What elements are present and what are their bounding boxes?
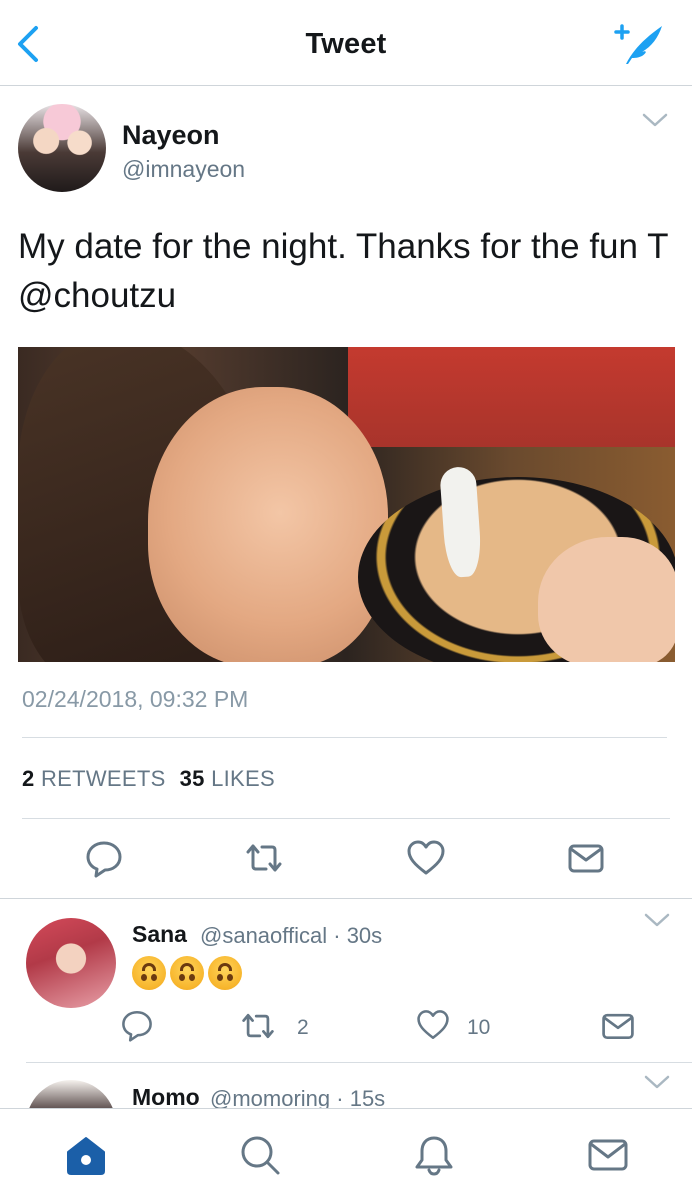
- like-icon[interactable]: [416, 1008, 450, 1042]
- reply-retweet-count: 2: [297, 1016, 309, 1039]
- notifications-icon[interactable]: [412, 1133, 456, 1177]
- tweet-stats: 2 RETWEETS 35 LIKES: [22, 766, 275, 792]
- divider: [26, 1062, 692, 1063]
- chevron-down-icon[interactable]: [642, 112, 668, 128]
- author-avatar[interactable]: [18, 104, 106, 192]
- tweet-timestamp: 02/24/2018, 09:32 PM: [22, 686, 249, 712]
- bottom-tab-bar: [0, 1108, 692, 1200]
- reply-icon[interactable]: [84, 838, 124, 878]
- upside-down-face-icon: [208, 956, 242, 990]
- like-icon[interactable]: [406, 838, 446, 878]
- compose-tweet-icon[interactable]: [612, 22, 666, 66]
- reply-author-name[interactable]: Momo: [132, 1084, 200, 1111]
- reply-meta: @sanaoffical · 30s: [200, 923, 383, 948]
- reply-like-count: 10: [467, 1016, 491, 1039]
- reply-author-handle[interactable]: @sanaoffical: [200, 923, 327, 948]
- divider: [22, 818, 670, 819]
- author-name[interactable]: Nayeon: [122, 120, 220, 151]
- direct-message-icon[interactable]: [566, 838, 606, 878]
- retweet-icon[interactable]: [244, 838, 284, 878]
- reply-avatar[interactable]: [26, 918, 116, 1008]
- top-navigation-bar: Tweet: [0, 0, 692, 86]
- upside-down-face-icon: [132, 956, 166, 990]
- author-handle[interactable]: @imnayeon: [122, 156, 245, 183]
- page-title: Tweet: [305, 28, 387, 60]
- photo-background: [348, 347, 675, 447]
- reply-icon[interactable]: [120, 1008, 154, 1042]
- retweets-label[interactable]: RETWEETS: [41, 766, 166, 791]
- retweet-icon[interactable]: [240, 1008, 276, 1044]
- likes-count[interactable]: 35: [180, 766, 205, 791]
- likes-label[interactable]: LIKES: [211, 766, 275, 791]
- chevron-down-icon[interactable]: [644, 1074, 670, 1090]
- photo-hand: [538, 537, 675, 662]
- home-icon[interactable]: [64, 1133, 108, 1177]
- reply-author-name[interactable]: Sana: [132, 921, 187, 948]
- tweet-photo[interactable]: [18, 347, 675, 662]
- direct-message-icon[interactable]: [600, 1008, 636, 1044]
- reply-time: 30s: [346, 923, 383, 948]
- divider: [0, 898, 692, 899]
- search-icon[interactable]: [238, 1133, 282, 1177]
- retweets-count[interactable]: 2: [22, 766, 35, 791]
- upside-down-face-icon: [170, 956, 204, 990]
- chevron-down-icon[interactable]: [644, 912, 670, 928]
- tweet-text: My date for the night. Thanks for the fu…: [18, 227, 668, 315]
- photo-face: [148, 387, 388, 662]
- messages-icon[interactable]: [586, 1133, 630, 1177]
- divider: [22, 737, 667, 738]
